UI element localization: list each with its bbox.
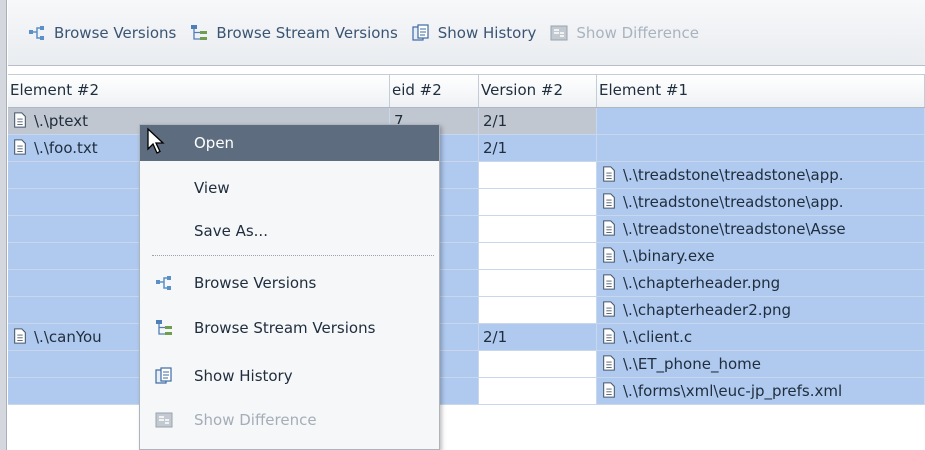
cell-element-1[interactable]: \.\forms\xml\euc-jp_prefs.xml: [597, 378, 925, 405]
cell-version-2-text: 2/1: [483, 328, 508, 346]
cell-element-1-text: \.\treadstone\treadstone\Asse: [623, 220, 846, 238]
cell-version-2-text: 2/1: [483, 139, 508, 157]
menu-item-save-as-label: Save As...: [194, 222, 268, 240]
cell-element-1[interactable]: [597, 135, 925, 162]
menu-item-view-label: View: [194, 179, 230, 197]
cell-element-2-text: \.\canYou: [34, 328, 102, 346]
menu-item-browse-versions-label: Browse Versions: [194, 274, 317, 292]
menu-item-browse-stream-versions[interactable]: Browse Stream Versions: [140, 310, 439, 346]
cell-element-1-text: \.\client.c: [623, 328, 693, 346]
cell-element-1[interactable]: \.\treadstone\treadstone\app.: [597, 162, 925, 189]
menu-item-browse-versions[interactable]: Browse Versions: [140, 265, 439, 301]
context-menu: Open View Save As... Browse Versions Bro…: [139, 124, 440, 450]
cell-element-1-text: \.\ET_phone_home: [623, 355, 761, 373]
cell-element-1-text: \.\chapterheader.png: [623, 274, 781, 292]
menu-separator: [152, 255, 434, 256]
cell-element-1[interactable]: \.\chapterheader2.png: [597, 297, 925, 324]
cell-version-2[interactable]: 2/1: [479, 135, 597, 162]
cell-element-1[interactable]: [597, 108, 925, 135]
browse-stream-versions-label: Browse Stream Versions: [216, 23, 398, 42]
menu-item-browse-stream-versions-label: Browse Stream Versions: [194, 319, 376, 337]
history-icon: [155, 367, 172, 384]
file-icon: [603, 193, 615, 209]
show-difference-label: Show Difference: [576, 23, 699, 42]
cell-version-2[interactable]: [479, 189, 597, 216]
show-history-label: Show History: [437, 23, 537, 42]
menu-item-view[interactable]: View: [140, 170, 439, 206]
cell-element-2-text: \.\foo.txt: [34, 139, 98, 157]
column-header-element-1[interactable]: Element #1: [597, 75, 925, 107]
browse-versions-label: Browse Versions: [54, 23, 177, 42]
file-icon: [14, 112, 26, 128]
stream-tree-icon: [156, 320, 172, 335]
file-icon: [603, 328, 615, 344]
browse-stream-versions-button[interactable]: Browse Stream Versions: [190, 23, 398, 42]
menu-item-show-difference-label: Show Difference: [194, 411, 317, 429]
cell-version-2[interactable]: 2/1: [479, 108, 597, 135]
column-header-eid-2[interactable]: eid #2: [390, 75, 479, 107]
cell-element-1[interactable]: \.\binary.exe: [597, 243, 925, 270]
cell-element-1[interactable]: \.\client.c: [597, 324, 925, 351]
file-icon: [603, 274, 615, 290]
tree-branch-icon: [156, 276, 171, 290]
cell-element-1-text: \.\treadstone\treadstone\app.: [623, 193, 844, 211]
cell-version-2[interactable]: [479, 270, 597, 297]
show-history-button[interactable]: Show History: [412, 23, 537, 42]
cell-element-1[interactable]: \.\chapterheader.png: [597, 270, 925, 297]
file-icon: [603, 355, 615, 371]
cell-version-2[interactable]: 2/1: [479, 324, 597, 351]
show-difference-button[interactable]: Show Difference: [550, 24, 699, 42]
menu-item-show-history-label: Show History: [194, 367, 293, 385]
file-icon: [603, 382, 615, 398]
file-icon: [603, 220, 615, 236]
toolbar: Browse Versions Browse Stream Versions S…: [8, 0, 925, 66]
cell-element-1-text: \.\treadstone\treadstone\app.: [623, 166, 844, 184]
cell-version-2[interactable]: [479, 297, 597, 324]
cell-version-2[interactable]: [479, 378, 597, 405]
difference-icon: [550, 25, 568, 40]
file-icon: [603, 301, 615, 317]
cell-element-1-text: \.\forms\xml\euc-jp_prefs.xml: [623, 382, 843, 400]
cell-version-2[interactable]: [479, 351, 597, 378]
history-icon: [412, 23, 429, 41]
menu-item-open[interactable]: Open: [140, 125, 439, 161]
file-icon: [603, 247, 615, 263]
file-icon: [603, 166, 615, 182]
window-left-border: [0, 0, 7, 450]
cell-version-2[interactable]: [479, 216, 597, 243]
cell-version-2[interactable]: [479, 162, 597, 189]
tree-branch-icon: [29, 25, 44, 40]
menu-item-save-as[interactable]: Save As...: [140, 213, 439, 249]
mouse-pointer-icon: [147, 127, 165, 154]
cell-version-2[interactable]: [479, 243, 597, 270]
menu-item-show-history[interactable]: Show History: [140, 358, 439, 394]
cell-element-1[interactable]: \.\ET_phone_home: [597, 351, 925, 378]
file-icon: [14, 328, 26, 344]
stream-tree-icon: [191, 24, 208, 40]
file-icon: [14, 139, 26, 155]
difference-icon: [155, 412, 173, 428]
menu-item-show-difference[interactable]: Show Difference: [140, 402, 439, 438]
cell-element-1[interactable]: \.\treadstone\treadstone\app.: [597, 189, 925, 216]
column-header-version-2[interactable]: Version #2: [479, 75, 597, 107]
browse-versions-button[interactable]: Browse Versions: [28, 24, 176, 42]
cell-element-2-text: \.\ptext: [34, 112, 89, 130]
cell-version-2-text: 2/1: [483, 112, 508, 130]
cell-element-1-text: \.\chapterheader2.png: [623, 301, 792, 319]
menu-item-open-label: Open: [194, 134, 235, 152]
grid-header: Element #2 eid #2 Version #2 Element #1: [8, 74, 925, 108]
column-header-element-2[interactable]: Element #2: [8, 75, 390, 107]
cell-element-1[interactable]: \.\treadstone\treadstone\Asse: [597, 216, 925, 243]
cell-element-1-text: \.\binary.exe: [623, 247, 715, 265]
